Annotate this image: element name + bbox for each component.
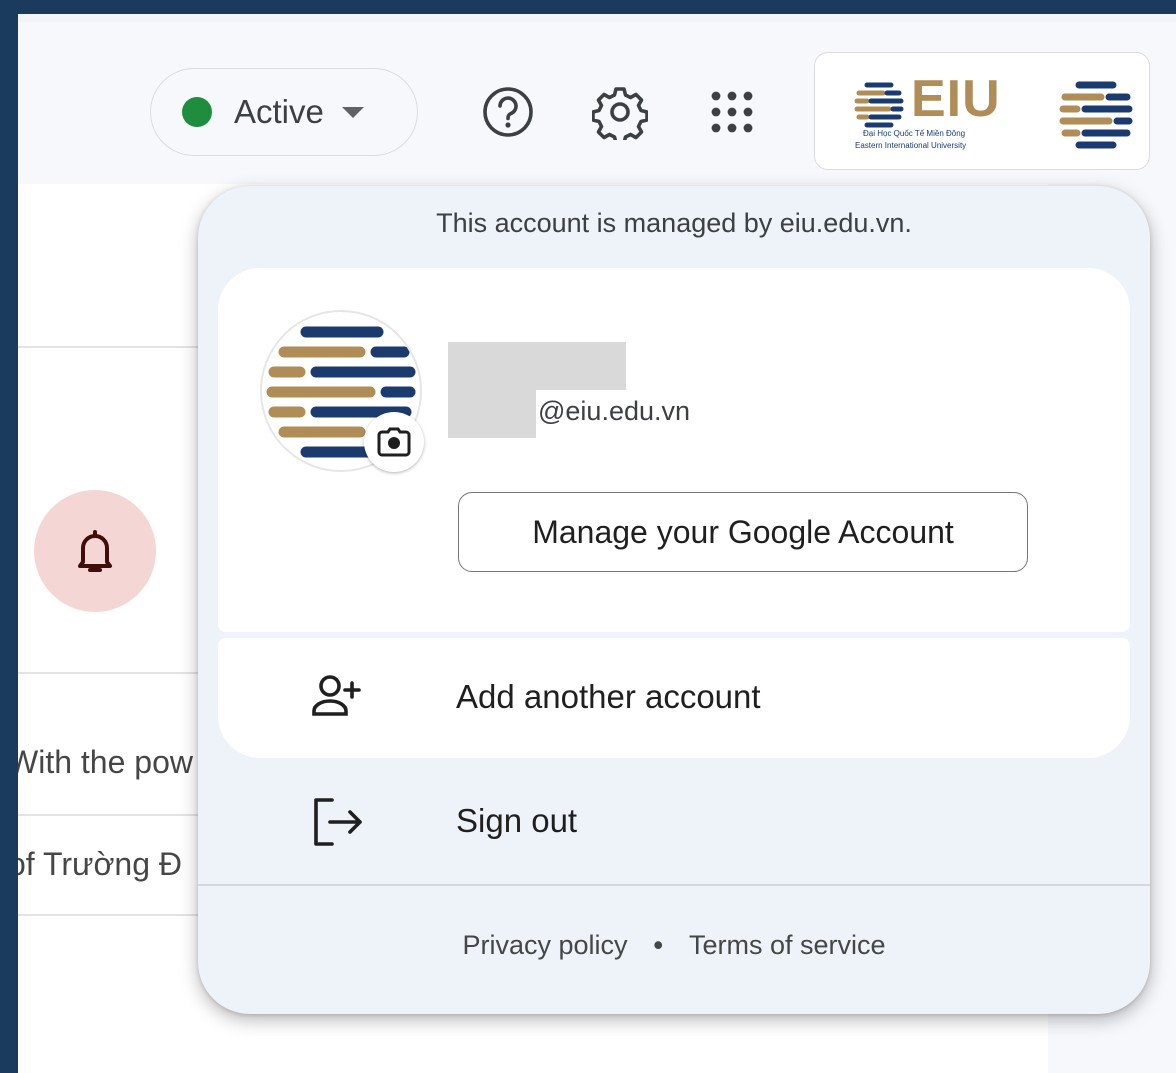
logo-subtitle-en: Eastern International University — [855, 141, 967, 150]
managed-notice: This account is managed by eiu.edu.vn. — [436, 208, 912, 238]
change-photo-button[interactable] — [364, 412, 424, 472]
caret-down-icon — [341, 106, 364, 118]
row-divider — [18, 672, 228, 674]
eiu-logo-icon — [854, 82, 904, 128]
footer-separator: • — [653, 930, 663, 960]
app-header: Active EIU Đại Học Quốc Tế Miền Đông Eas… — [18, 22, 1176, 184]
row-divider — [18, 914, 228, 916]
add-account-item[interactable]: Add another account — [218, 638, 1130, 758]
profile-card: @eiu.edu.vn Manage your Google Account — [218, 268, 1130, 632]
account-popup: This account is managed by eiu.edu.vn. @… — [198, 186, 1150, 1014]
status-dropdown[interactable]: Active — [150, 68, 418, 156]
help-icon[interactable] — [480, 84, 536, 140]
sign-out-label: Sign out — [456, 802, 578, 839]
top-border — [18, 14, 1176, 22]
add-person-icon — [312, 675, 361, 716]
apps-grid-icon[interactable] — [704, 84, 760, 140]
popup-divider — [198, 884, 1150, 886]
row-divider — [18, 814, 228, 816]
avatar[interactable] — [260, 310, 424, 472]
add-account-label: Add another account — [456, 678, 761, 715]
account-email: @eiu.edu.vn — [538, 396, 691, 426]
status-dot-icon — [182, 97, 212, 127]
list-item-text: of Trường Đ — [18, 846, 183, 882]
logo-subtitle-vi: Đại Học Quốc Tế Miền Đông — [863, 129, 966, 138]
manage-account-button[interactable]: Manage your Google Account — [458, 492, 1028, 572]
privacy-policy-link[interactable]: Privacy policy — [462, 930, 627, 960]
row-divider — [18, 346, 228, 348]
settings-gear-icon[interactable] — [591, 84, 649, 145]
terms-of-service-link[interactable]: Terms of service — [689, 930, 886, 960]
status-label: Active — [234, 93, 324, 130]
sign-out-icon — [314, 798, 362, 846]
account-name-redacted — [448, 342, 626, 390]
notification-bell-button[interactable] — [34, 490, 156, 612]
logo-wordmark: EIU — [911, 70, 1001, 128]
account-avatar-icon — [1059, 81, 1133, 149]
camera-icon — [377, 427, 411, 457]
sign-out-item[interactable]: Sign out — [218, 764, 1130, 882]
popup-footer: Privacy policy • Terms of service — [198, 930, 1150, 961]
account-email-redacted — [448, 390, 536, 438]
account-switcher-button[interactable]: EIU Đại Học Quốc Tế Miền Đông Eastern In… — [814, 52, 1150, 170]
bell-icon — [78, 530, 112, 572]
list-item-text: With the pow — [18, 744, 193, 780]
